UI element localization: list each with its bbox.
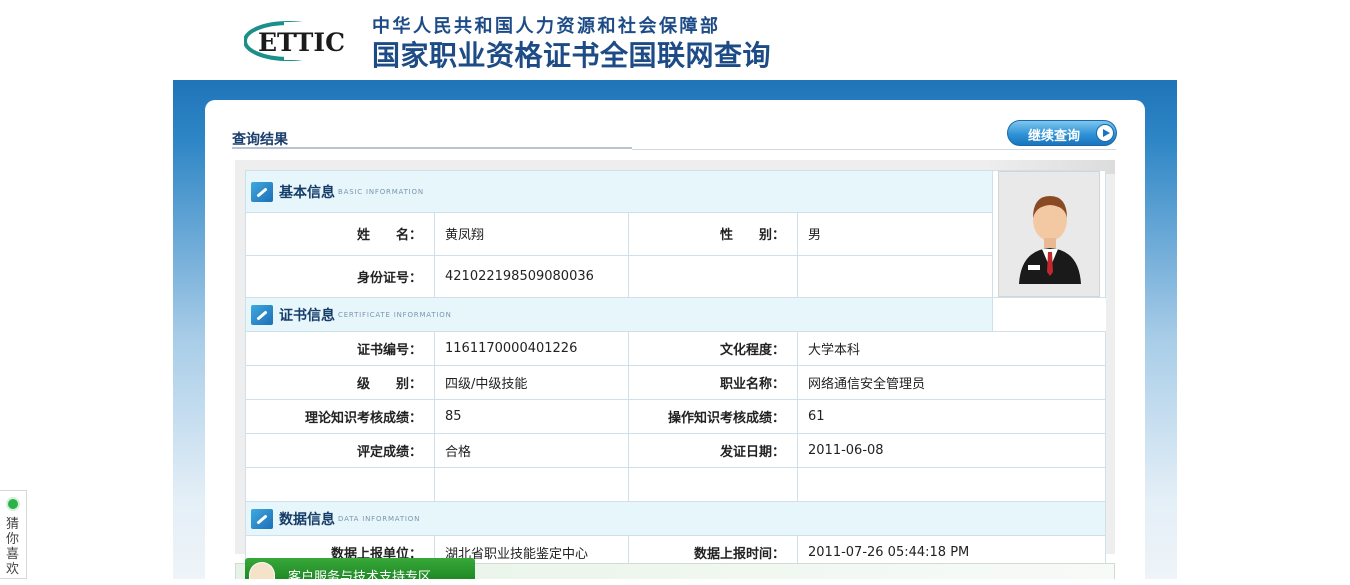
continue-query-button[interactable]: 继续查询	[1007, 120, 1117, 146]
issue-date-label: 发证日期：	[628, 433, 798, 468]
pen-icon	[251, 304, 273, 325]
guess-you-like-widget[interactable]: 猜你喜欢	[0, 490, 27, 579]
empty-cell	[628, 467, 798, 502]
empty-cell	[434, 467, 629, 502]
ettic-logo: ETTIC	[244, 21, 360, 61]
info-table: 基本信息 BASIC INFORMATION 姓 名： 黄凤翔 性 别： 男 身份…	[244, 169, 1107, 570]
logo-text: ETTIC	[258, 28, 345, 57]
section-title: 基本信息	[279, 184, 335, 201]
guess-you-like-label: 猜你喜欢	[6, 517, 20, 577]
pen-icon	[251, 181, 273, 202]
rating-label: 评定成绩：	[245, 433, 435, 468]
page-header: ETTIC 中华人民共和国人力资源和社会保障部 国家职业资格证书全国联网查询	[0, 0, 1350, 80]
gender-label: 性 别：	[628, 212, 798, 256]
table-row: 理论知识考核成绩： 85 操作知识考核成绩： 61	[245, 399, 1107, 434]
avatar	[998, 171, 1101, 297]
occupation-value: 网络通信安全管理员	[796, 365, 1107, 400]
theory-score-label: 理论知识考核成绩：	[245, 399, 435, 434]
cert-no-value: 1161170000401226	[434, 331, 629, 366]
support-label: 客户服务与技术支持专区	[288, 570, 432, 585]
id-label: 身份证号：	[245, 254, 435, 299]
continue-query-label: 继续查询	[1028, 129, 1081, 144]
occupation-label: 职业名称：	[628, 365, 798, 400]
rating-value: 合格	[434, 433, 629, 468]
gender-value: 男	[796, 212, 994, 256]
education-label: 文化程度：	[628, 331, 798, 366]
section-title: 证书信息	[279, 307, 335, 324]
practice-score-value: 61	[796, 399, 1107, 434]
section-subtitle: CERTIFICATE INFORMATION	[338, 310, 452, 319]
section-header-certificate: 证书信息 CERTIFICATE INFORMATION	[244, 297, 1106, 332]
arrow-right-icon	[1096, 124, 1114, 142]
section-header-data: 数据信息 DATA INFORMATION	[244, 501, 1107, 536]
table-row: 评定成绩： 合格 发证日期： 2011-06-08	[245, 433, 1107, 468]
table-row: 证书编号： 1161170000401226 文化程度： 大学本科	[245, 331, 1107, 366]
section-title: 数据信息	[279, 511, 335, 528]
section-header-basic: 基本信息 BASIC INFORMATION	[244, 169, 1107, 298]
title-divider	[632, 149, 1116, 150]
title-underline	[232, 147, 632, 149]
table-row	[245, 467, 1107, 502]
status-dot-icon	[6, 497, 20, 511]
id-value: 421022198509080036	[434, 254, 629, 299]
level-label: 级 别：	[245, 365, 435, 400]
results-title: 查询结果	[232, 132, 288, 148]
empty-cell	[796, 467, 1107, 502]
table-row: 姓 名： 黄凤翔 性 别： 男	[245, 212, 1106, 256]
empty-cell	[796, 254, 994, 299]
table-row: 身份证号： 421022198509080036	[245, 254, 1106, 299]
section-subtitle: DATA INFORMATION	[338, 514, 421, 523]
name-label: 姓 名：	[245, 212, 435, 256]
education-value: 大学本科	[796, 331, 1107, 366]
section-subtitle: BASIC INFORMATION	[338, 187, 424, 196]
name-value: 黄凤翔	[434, 212, 629, 256]
table-row: 级 别： 四级/中级技能 职业名称： 网络通信安全管理员	[245, 365, 1107, 400]
empty-cell	[628, 254, 798, 299]
cert-no-label: 证书编号：	[245, 331, 435, 366]
issue-date-value: 2011-06-08	[796, 433, 1107, 468]
system-title: 国家职业资格证书全国联网查询	[372, 39, 772, 72]
person-avatar-icon	[1019, 196, 1082, 284]
theory-score-value: 85	[434, 399, 629, 434]
level-value: 四级/中级技能	[434, 365, 629, 400]
empty-cell	[245, 467, 435, 502]
practice-score-label: 操作知识考核成绩：	[628, 399, 798, 434]
photo-cell	[992, 170, 1107, 298]
pen-icon	[251, 508, 273, 529]
